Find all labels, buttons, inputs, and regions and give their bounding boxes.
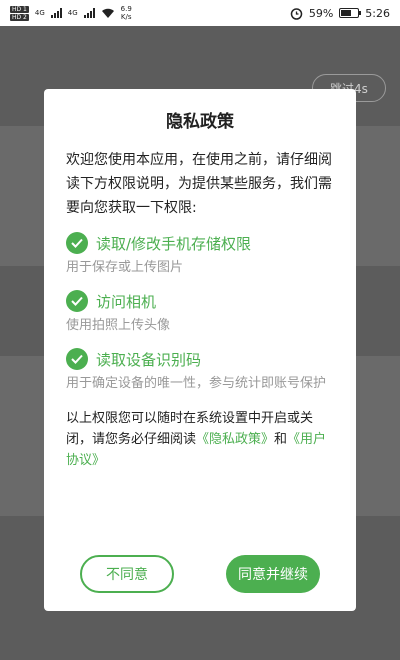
signal-icon-2	[83, 8, 95, 18]
check-circle-icon	[66, 348, 88, 370]
dialog-button-row: 不同意 同意并继续	[44, 555, 356, 593]
clock: 5:26	[365, 6, 390, 20]
speed-unit: K/s	[120, 13, 132, 21]
sim2-badge: HD 2	[10, 13, 29, 21]
sim1-badge: HD 1	[10, 5, 29, 13]
alarm-icon	[290, 7, 303, 20]
dialog-intro: 欢迎您使用本应用，在使用之前，请仔细阅读下方权限说明，为提供某些服务，我们需要向…	[66, 152, 332, 216]
permission-title: 读取/修改手机存储权限	[96, 234, 252, 253]
sim-indicators: HD 1 HD 2	[10, 5, 29, 21]
permission-desc: 用于保存或上传图片	[66, 260, 184, 275]
permission-desc: 使用拍照上传头像	[66, 318, 171, 333]
permission-item-storage: 读取/修改手机存储权限 用于保存或上传图片	[66, 232, 334, 278]
privacy-policy-link[interactable]: 《隐私政策》	[196, 432, 274, 447]
permission-header: 读取设备识别码	[66, 348, 334, 370]
battery-icon	[339, 8, 362, 18]
status-left: HD 1 HD 2 4G 4G 6.9 K/s	[10, 5, 132, 21]
permission-desc: 用于确定设备的唯一性，参与统计即账号保护	[66, 376, 327, 391]
permission-title: 读取设备识别码	[96, 350, 202, 369]
battery-percent: 59%	[308, 6, 334, 20]
dialog-title: 隐私政策	[166, 112, 234, 132]
status-right: 59% 5:26	[290, 7, 390, 20]
wifi-icon	[101, 8, 114, 18]
disagree-button[interactable]: 不同意	[80, 555, 174, 593]
agree-continue-button[interactable]: 同意并继续	[226, 555, 320, 593]
network-speed: 6.9 K/s	[121, 5, 132, 21]
permission-item-camera: 访问相机 使用拍照上传头像	[66, 290, 334, 336]
permission-item-device-id: 读取设备识别码 用于确定设备的唯一性，参与统计即账号保护	[66, 348, 334, 394]
battery-fill	[341, 10, 351, 16]
privacy-dialog: 隐私政策 欢迎您使用本应用，在使用之前，请仔细阅读下方权限说明，为提供某些服务，…	[44, 89, 356, 611]
network-type-2: 4G	[67, 9, 78, 17]
status-bar: HD 1 HD 2 4G 4G 6.9 K/s 59% 5:26	[0, 0, 400, 26]
permission-header: 访问相机	[66, 290, 334, 312]
footer-and: 和	[274, 432, 288, 447]
speed-value: 6.9	[120, 5, 132, 13]
permission-header: 读取/修改手机存储权限	[66, 232, 334, 254]
check-circle-icon	[66, 290, 88, 312]
check-circle-icon	[66, 232, 88, 254]
network-type-1: 4G	[34, 9, 45, 17]
permission-title: 访问相机	[96, 292, 157, 311]
signal-icon	[50, 8, 62, 18]
dialog-footer-text: 以上权限您可以随时在系统设置中开启或关闭，请您务必仔细阅读《隐私政策》和《用户协…	[66, 408, 334, 471]
